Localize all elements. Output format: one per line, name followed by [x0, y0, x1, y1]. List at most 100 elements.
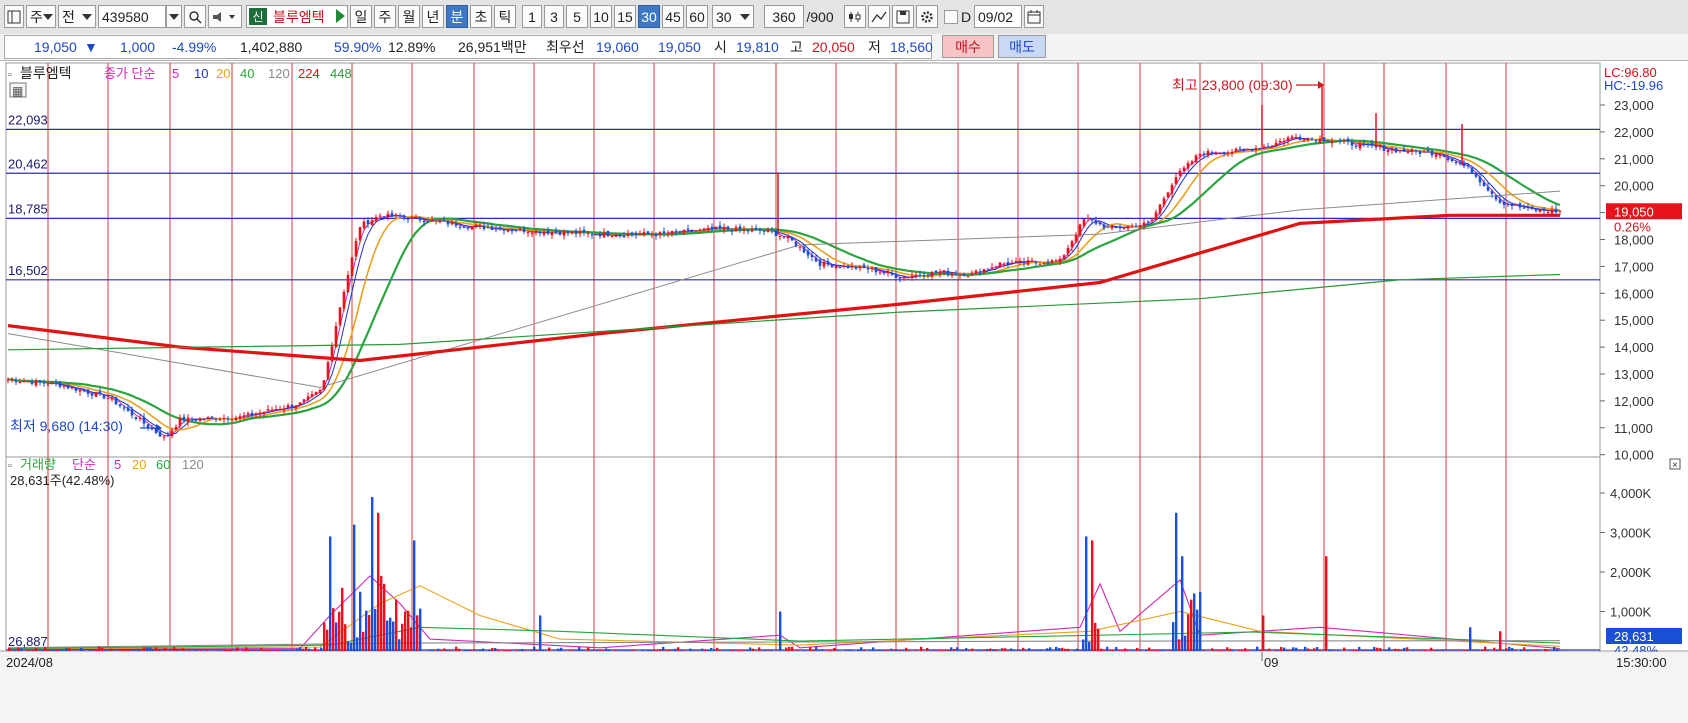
volume-bar	[656, 649, 659, 651]
candle-body	[118, 404, 122, 406]
candle-body	[1506, 204, 1510, 206]
candle-body	[566, 230, 570, 233]
stock-code-dropdown[interactable]	[166, 5, 182, 28]
volume-bar	[1331, 650, 1334, 651]
candle-body	[1074, 235, 1078, 242]
candle-body	[502, 229, 506, 231]
interval-5-button[interactable]: 5	[566, 5, 588, 28]
volume-bar	[1169, 650, 1172, 651]
volume-bar	[1112, 649, 1115, 651]
volume-bar	[218, 650, 221, 651]
interval-45-button[interactable]: 45	[662, 5, 684, 28]
volume-bar	[1268, 648, 1271, 651]
interval-select[interactable]: 30	[712, 5, 754, 28]
stock-chart[interactable]: 23,00022,00021,00020,00019,00018,00017,0…	[0, 61, 1688, 723]
stock-code-input[interactable]: 439580	[98, 5, 166, 28]
volume-bar	[1187, 614, 1190, 651]
period-month-button[interactable]: 월	[398, 5, 420, 28]
candle-body	[1178, 170, 1182, 176]
volume-bar	[947, 650, 950, 651]
period-year-button[interactable]: 년	[422, 5, 444, 28]
compare-label: 전	[62, 8, 75, 25]
volume-bar	[287, 649, 290, 651]
compare-select[interactable]: 전	[58, 5, 96, 28]
candle-body	[1366, 143, 1370, 145]
period-week-button[interactable]: 주	[374, 5, 396, 28]
volume-bar	[734, 650, 737, 651]
chevron-down-icon	[82, 13, 92, 20]
volume-bar	[1226, 647, 1229, 651]
volume-bar	[263, 650, 266, 651]
candle-body	[238, 416, 242, 419]
chart-type-icon[interactable]	[844, 5, 866, 28]
volume-bar	[692, 650, 695, 651]
volume-bar	[1019, 650, 1022, 651]
volume-bar	[518, 650, 521, 651]
calendar-icon[interactable]	[1024, 5, 1044, 28]
candle-body	[1390, 149, 1394, 151]
period-minute-button[interactable]: 분	[446, 5, 468, 28]
volume-bar	[614, 649, 617, 651]
volume-bar	[1283, 647, 1286, 651]
search-icon[interactable]	[184, 5, 206, 28]
volume-bar	[140, 650, 143, 651]
gear-icon[interactable]	[916, 5, 938, 28]
current-volume-tag: 28,631	[1614, 629, 1654, 644]
save-icon[interactable]	[892, 5, 914, 28]
date-input[interactable]: 09/02	[974, 5, 1022, 28]
candle-body	[802, 246, 806, 253]
draw-tool-icon[interactable]	[868, 5, 890, 28]
count-input[interactable]: 360	[764, 5, 804, 28]
volume-bar	[1022, 647, 1025, 651]
candle-body	[310, 394, 314, 397]
candle-body	[1210, 152, 1214, 154]
period-day-button[interactable]: 일	[350, 5, 372, 28]
candle-body	[1402, 149, 1406, 152]
period-prefix-select[interactable]: 주	[26, 5, 56, 28]
candle-body	[1294, 137, 1298, 139]
interval-select-value: 30	[716, 8, 732, 25]
interval-30-button[interactable]: 30	[638, 5, 660, 28]
period-second-button[interactable]: 초	[470, 5, 492, 28]
candle-body	[42, 382, 46, 384]
candle-body	[418, 217, 422, 221]
candle-body	[22, 381, 26, 383]
stock-name-field[interactable]: 신 블루엠텍	[246, 5, 348, 28]
layout-icon[interactable]	[4, 5, 24, 28]
interval-10-button[interactable]: 10	[590, 5, 612, 28]
interval-15-button[interactable]: 15	[614, 5, 636, 28]
volume-panel-frame	[5, 456, 1601, 652]
volume-bar	[1520, 649, 1523, 651]
date-checkbox[interactable]	[944, 10, 958, 24]
candle-body	[498, 227, 502, 229]
candle-body	[594, 234, 598, 236]
sound-icon[interactable]	[208, 5, 242, 28]
volume-bar	[1061, 647, 1064, 651]
close-icon-glyph: ×	[1672, 460, 1678, 471]
volume-bar	[419, 608, 422, 651]
interval-1-button[interactable]: 1	[522, 5, 542, 28]
candle-body	[930, 271, 934, 277]
interval-3-button[interactable]: 3	[544, 5, 564, 28]
candle-body	[1170, 184, 1174, 194]
candle-body	[406, 217, 410, 220]
candle-body	[226, 418, 230, 420]
volume-bar	[368, 615, 371, 651]
sell-button[interactable]: 매도	[998, 35, 1046, 58]
candle-body	[686, 228, 690, 230]
period-tick-button[interactable]: 틱	[494, 5, 516, 28]
volume-bar	[629, 649, 632, 651]
candle-body	[1446, 157, 1450, 160]
volume-bar	[371, 496, 374, 651]
ask-price: 19,060	[596, 39, 639, 55]
interval-60-button[interactable]: 60	[686, 5, 708, 28]
volume-bar	[443, 648, 446, 651]
candle-body	[1182, 167, 1186, 172]
volume-bar	[53, 649, 56, 651]
buy-button[interactable]: 매수	[942, 35, 994, 58]
chart-area[interactable]: 23,00022,00021,00020,00019,00018,00017,0…	[0, 61, 1688, 723]
candle-body	[1418, 151, 1422, 154]
candle-body	[1190, 161, 1194, 165]
volume-bar	[1337, 649, 1340, 651]
candle-body	[458, 226, 462, 228]
